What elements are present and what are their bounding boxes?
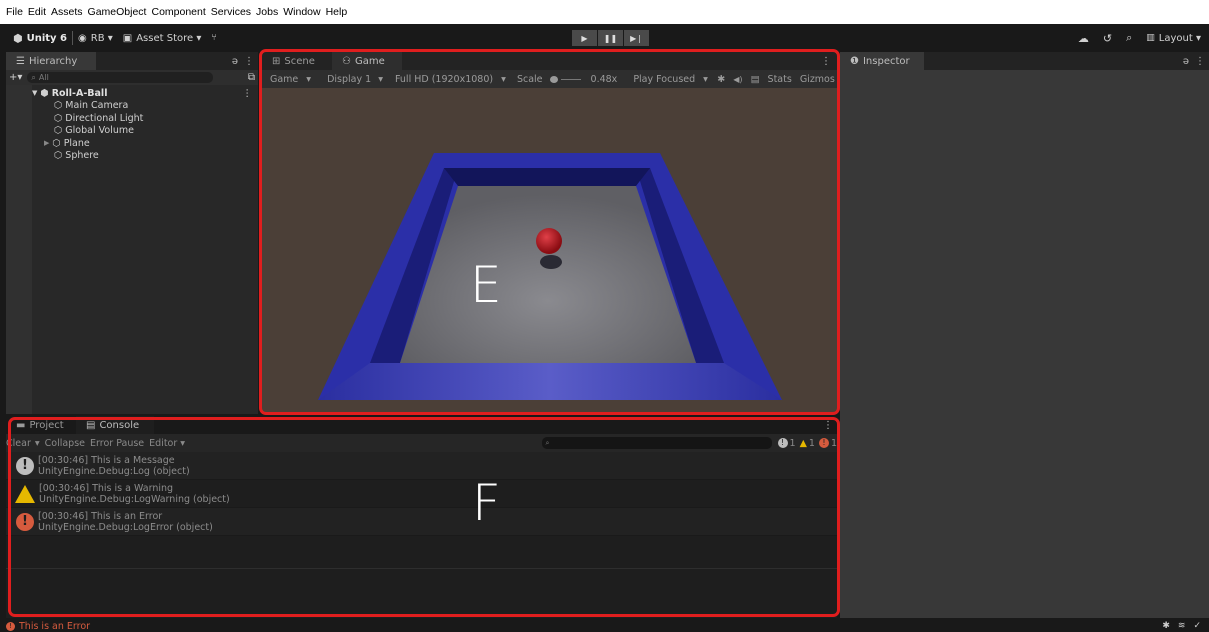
layout-icon: ▥ <box>1146 33 1155 43</box>
status-text: This is an Error <box>19 620 91 632</box>
gameobject-icon: ⬡ <box>52 137 61 149</box>
account-icon: ◉ <box>78 32 87 44</box>
tab-inspector[interactable]: ❶ Inspector <box>840 52 924 70</box>
hierarchy-item-label: Main Camera <box>65 100 129 112</box>
hierarchy-search-placeholder: All <box>38 73 49 82</box>
overlay-label-e: E <box>470 256 502 314</box>
unity-scene-icon: ⬢ <box>40 87 49 99</box>
play-controls: ▶ ❚❚ ▶❘ <box>572 30 649 46</box>
pause-button[interactable]: ❚❚ <box>598 30 623 46</box>
highlight-box-game-view <box>259 49 840 415</box>
play-button[interactable]: ▶ <box>572 30 597 46</box>
cloud-icon[interactable]: ☁ <box>1078 32 1089 45</box>
search-icon[interactable]: ⌕ <box>1126 31 1132 45</box>
list-icon: ☰ <box>16 55 25 67</box>
hierarchy-item-label: Global Volume <box>65 125 134 137</box>
hierarchy-gutter <box>6 85 32 414</box>
menu-file[interactable]: File <box>6 6 23 18</box>
step-button[interactable]: ▶❘ <box>624 30 649 46</box>
inspector-tab-label: Inspector <box>862 55 910 67</box>
more-menu-icon[interactable]: ⋮ <box>244 56 254 67</box>
unity-logo-icon: ⬢ <box>13 31 23 45</box>
search-icon: ⌕ <box>31 72 36 82</box>
menu-gameobject[interactable]: GameObject <box>88 6 147 18</box>
lock-icon[interactable]: ə <box>1183 56 1189 67</box>
hierarchy-item-label: Sphere <box>65 150 99 162</box>
hierarchy-item-global-volume[interactable]: ⬡ Global Volume <box>32 125 258 138</box>
hierarchy-tree: ▼ ⬢ Roll-A-Ball ⋮ ⬡ Main Camera ⬡ Directio… <box>32 87 258 162</box>
add-object-button[interactable]: +▾ <box>9 72 22 83</box>
hierarchy-item-sphere[interactable]: ⬡ Sphere <box>32 150 258 163</box>
asset-store-button[interactable]: ▣ Asset Store ▾ <box>118 28 207 48</box>
check-circle-icon[interactable]: ✓ <box>1193 621 1201 631</box>
play-icon: ▶ <box>581 33 588 43</box>
menu-window[interactable]: Window <box>283 6 320 18</box>
expand-arrow-icon[interactable]: ▶ <box>44 139 49 147</box>
tab-hierarchy[interactable]: ☰ Hierarchy <box>6 52 96 70</box>
hierarchy-scene-row[interactable]: ▼ ⬢ Roll-A-Ball ⋮ <box>32 87 258 100</box>
menu-edit[interactable]: Edit <box>28 6 46 18</box>
scene-name: Roll-A-Ball <box>51 87 108 99</box>
menu-assets[interactable]: Assets <box>51 6 83 18</box>
hierarchy-item-label: Plane <box>63 137 90 149</box>
more-menu-icon[interactable]: ⋮ <box>1195 56 1205 67</box>
inspector-tabbar: ❶ Inspector ə ⋮ <box>840 52 1209 70</box>
filter-icon[interactable]: ⧉ <box>248 72 255 83</box>
unity-label: Unity 6 <box>26 32 68 44</box>
gameobject-icon: ⬡ <box>54 100 63 112</box>
menu-bar: File Edit Assets GameObject Component Se… <box>0 0 1209 24</box>
inspector-panel: ❶ Inspector ə ⋮ <box>840 52 1209 416</box>
account-label: RB ▾ <box>90 32 113 44</box>
branch-icon: ⑂ <box>211 33 217 43</box>
menu-jobs[interactable]: Jobs <box>256 6 278 18</box>
gameobject-icon: ⬡ <box>54 125 63 137</box>
hierarchy-panel: ☰ Hierarchy ə ⋮ +▾ ⌕ All ⧉ ▼ ⬢ Roll-A-Ba… <box>6 52 258 414</box>
shopping-bag-icon: ▣ <box>122 32 133 44</box>
history-icon[interactable]: ↺ <box>1103 32 1112 45</box>
unity-button[interactable]: ⬢ Unity 6 <box>8 28 72 48</box>
status-bar[interactable]: ! This is an Error ✱ ≋ ✓ <box>0 620 1209 632</box>
layout-label: Layout ▾ <box>1158 32 1201 44</box>
bug-icon[interactable]: ✱ <box>1162 621 1170 631</box>
gameobject-icon: ⬡ <box>54 150 63 162</box>
hierarchy-search-input[interactable]: ⌕ All <box>27 72 214 83</box>
lock-icon[interactable]: ə <box>232 56 238 67</box>
step-icon: ▶❘ <box>630 33 643 43</box>
hierarchy-item-directional-light[interactable]: ⬡ Directional Light <box>32 112 258 125</box>
layout-dropdown[interactable]: ▥ Layout ▾ <box>1146 28 1201 48</box>
highlight-box-console <box>8 417 840 617</box>
account-button[interactable]: ◉ RB ▾ <box>73 28 118 48</box>
hierarchy-item-main-camera[interactable]: ⬡ Main Camera <box>32 100 258 113</box>
version-control-button[interactable]: ⑂ <box>206 28 221 48</box>
menu-services[interactable]: Services <box>211 6 251 18</box>
inspector-body-lower <box>840 416 1209 618</box>
scene-more-icon[interactable]: ⋮ <box>243 88 253 99</box>
info-icon: ❶ <box>850 55 859 67</box>
error-icon: ! <box>6 621 15 631</box>
pause-icon: ❚❚ <box>603 33 618 43</box>
menu-help[interactable]: Help <box>326 6 348 18</box>
hierarchy-toolbar: +▾ ⌕ All ⧉ <box>6 70 258 85</box>
hierarchy-item-label: Directional Light <box>65 112 144 124</box>
overlay-label-f: F <box>472 474 501 532</box>
expand-arrow-icon[interactable]: ▼ <box>32 89 37 97</box>
hierarchy-tab-label: Hierarchy <box>28 55 78 67</box>
menu-component[interactable]: Component <box>151 6 205 18</box>
gameobject-icon: ⬡ <box>54 112 63 124</box>
hierarchy-tabbar: ☰ Hierarchy ə ⋮ <box>6 52 258 70</box>
asset-store-label: Asset Store ▾ <box>136 32 202 44</box>
hierarchy-item-plane[interactable]: ▶ ⬡ Plane <box>32 137 258 150</box>
main-toolbar: ⬢ Unity 6 ◉ RB ▾ ▣ Asset Store ▾ ⑂ ▶ ❚❚ … <box>0 24 1209 52</box>
cache-server-icon[interactable]: ≋ <box>1178 621 1186 631</box>
